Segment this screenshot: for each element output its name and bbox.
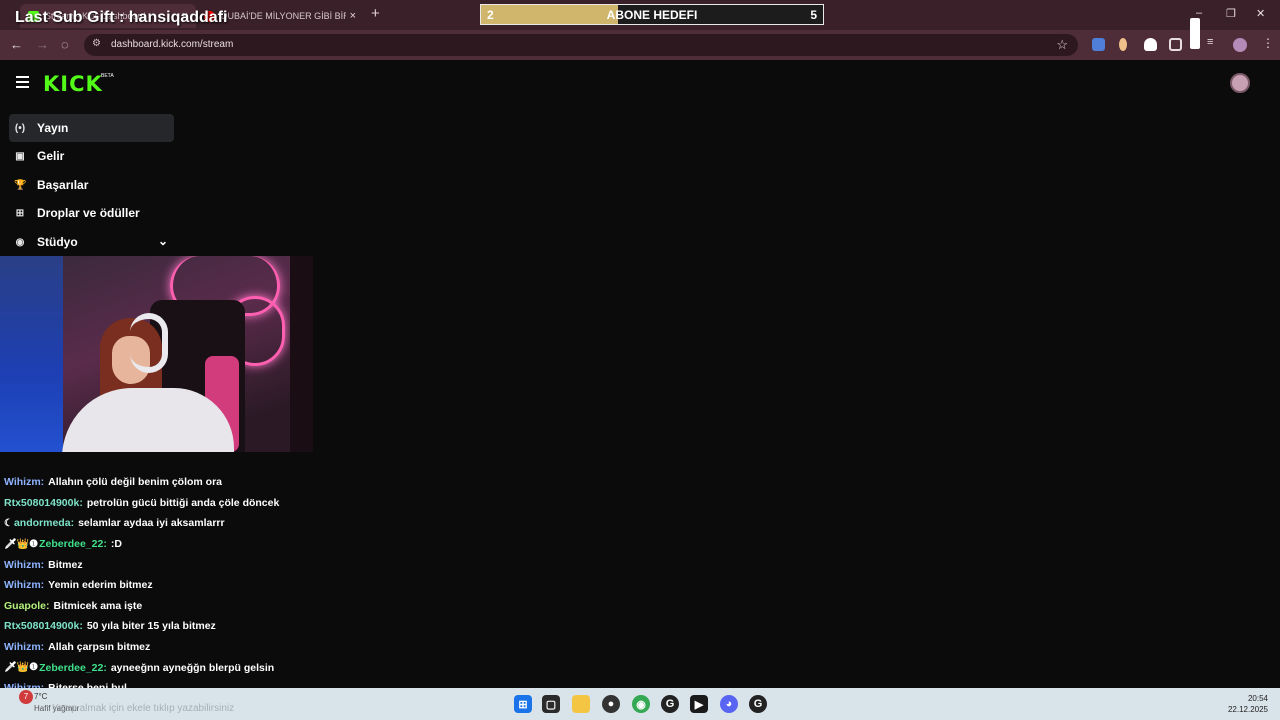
clock-date: 22.12.2025 [1227,705,1268,714]
maximize-button[interactable]: ❐ [1226,7,1236,20]
tab-title: DUBAİ'DE MİLYONER GİBİ BİR GÜN [221,11,346,21]
tab-close-icon[interactable]: × [350,10,356,22]
chat-username[interactable]: Rtx508014900k: [4,620,83,632]
chat-ghost-text: Yazıp almak için ekele tıklıp yazabilirs… [52,703,235,714]
chat-username[interactable]: Rtx508014900k: [4,497,83,509]
extension-icon[interactable] [1144,38,1157,51]
user-avatar[interactable] [1230,73,1250,93]
chat-badges-icon: 🗡👑❶ [4,662,39,674]
chat-message: Guapole: Bitmicek ama işte [4,596,404,617]
chat-text: ayneeğnn ayneğğn blerpü gelsin [110,661,275,674]
sidebar-item-studyo[interactable]: ◉ Stüdyo ⌄ [9,228,174,256]
sub-goal-bar: 2 ABONE HEDEFI 5 [480,4,824,25]
chat-message: ☾ andormeda: selamlar aydaa iyi aksamlarrr [4,513,404,534]
revenue-icon: ▣ [15,150,25,162]
task-view-icon[interactable]: ▢ [542,695,560,713]
chat-message: Wihizm: Yemin ederim bitmez [4,575,404,596]
chat-message: Wihizm: Bitmez [4,554,404,575]
sidebar-item-label: Gelir [37,149,65,163]
reload-spinner-icon[interactable]: ◌ [61,37,69,52]
obs-icon[interactable]: ● [602,695,620,713]
chat-username[interactable]: Zeberdee_22: [39,662,107,674]
kick-studio-icon[interactable]: ▶ [690,695,708,713]
sidebar-item-droplar[interactable]: ⊞ Droplar ve ödüller [9,199,174,227]
app-g-icon[interactable]: G [749,695,767,713]
app-g-icon[interactable]: G [661,695,679,713]
sub-goal-label: ABONE HEDEFI [606,8,698,22]
chat-username[interactable]: Wihizm: [4,559,44,571]
extension-icon[interactable] [1119,38,1127,51]
chat-text: Yemin ederim bitmez [48,579,153,592]
chat-text: Bitmicek ama işte [53,599,143,612]
system-clock[interactable]: 20:54 22.12.2025 [1228,693,1268,715]
webcam-feed [0,256,313,452]
chat-text: Allahın çölü değil benim çölom ora [48,476,223,489]
hamburger-menu-icon[interactable] [16,76,29,90]
sidebar-item-label: Droplar ve ödüller [37,206,140,220]
chat-badges-icon: ☾ [4,517,13,529]
weather-badge[interactable]: 7 [19,690,33,704]
sidebar-item-label: Yayın [37,121,69,135]
gift-icon: ⊞ [15,207,25,219]
chat-text: Allah çarpsın bitmez [48,641,151,654]
media-control-icon[interactable]: ≡ [1207,36,1220,49]
chat-username[interactable]: Wihizm: [4,579,44,591]
chat-text: petrolün gücü bittiği anda çöle döncek [86,496,280,509]
chat-message: Wihizm: Allahın çölü değil benim çölom or… [4,472,404,493]
browser-profile-avatar[interactable] [1233,38,1247,52]
trophy-icon: 🏆 [14,179,27,191]
chat-message: Rtx508014900k: 50 yıla biter 15 yıla bitm… [4,616,404,637]
sidebar-item-basarilar[interactable]: 🏆 Başarılar [9,171,174,199]
extensions-puzzle-icon[interactable] [1169,38,1182,51]
translate-extension-icon[interactable] [1092,38,1105,51]
site-info-icon[interactable]: ⚙ [92,38,106,52]
overlay-white-marker [1190,18,1200,49]
chat-overlay: Wihizm: Allahın çölü değil benim çölom or… [4,472,404,699]
browser-menu-icon[interactable]: ⋮ [1262,36,1275,50]
last-sub-gift-overlay: Last Sub Gift : hansiqaddafi [15,9,228,26]
kick-logo[interactable]: KICK [43,72,103,96]
back-arrow-icon[interactable]: ← [10,37,23,52]
weather-temperature: 7°C [34,692,48,701]
chat-text: selamlar aydaa iyi aksamlarrr [78,517,225,530]
chat-username[interactable]: andormeda: [14,517,74,529]
chat-text: Bitmez [48,558,83,571]
chat-username[interactable]: Guapole: [4,600,50,612]
beta-badge: BETA [101,73,114,79]
file-explorer-icon[interactable] [572,695,590,713]
sub-goal-target: 5 [810,8,817,22]
chrome-icon[interactable]: ◉ [632,695,650,713]
chat-username[interactable]: Wihizm: [4,641,44,653]
address-toolbar: ← → ◌ ⚙ dashboard.kick.com/stream ☆ [0,30,1280,60]
chat-username[interactable]: Zeberdee_22: [39,538,107,550]
chat-username[interactable]: Wihizm: [4,476,44,488]
chevron-down-icon[interactable]: ⌄ [158,234,168,248]
sidebar-item-yayin[interactable]: (•) Yayın [9,114,174,142]
forward-arrow-icon[interactable]: → [36,37,49,52]
broadcast-icon: (•) [14,122,26,134]
sidebar-item-gelir[interactable]: ▣ Gelir [9,142,174,170]
new-tab-button[interactable]: + [371,5,380,22]
chat-text: :D [110,538,122,551]
chat-message: 🗡👑❶ Zeberdee_22::D [4,534,404,555]
windows-start-icon[interactable]: ⊞ [514,695,532,713]
chat-message: Wihizm: Allah çarpsın bitmez [4,637,404,658]
close-window-button[interactable]: ✕ [1256,7,1265,20]
discord-icon[interactable]: ◕ [720,695,738,713]
url-text: dashboard.kick.com/stream [111,39,234,50]
chat-message: Rtx508014900k: petrolün gücü bittiği anda… [4,493,404,514]
sidebar-item-label: Başarılar [37,178,89,192]
chat-message: 🗡👑❶ Zeberdee_22: ayneeğnn ayneğğn blerpü g… [4,657,404,678]
sidebar-item-label: Stüdyo [37,235,78,249]
address-bar[interactable]: ⚙ dashboard.kick.com/stream ☆ [84,34,1078,56]
studio-icon: ◉ [15,236,25,248]
clock-time: 20:54 [1247,694,1268,703]
bookmark-star-icon[interactable]: ☆ [1056,37,1068,53]
chat-text: 50 yıla biter 15 yıla bitmez [86,620,216,633]
chat-badges-icon: 🗡👑❶ [4,538,39,550]
